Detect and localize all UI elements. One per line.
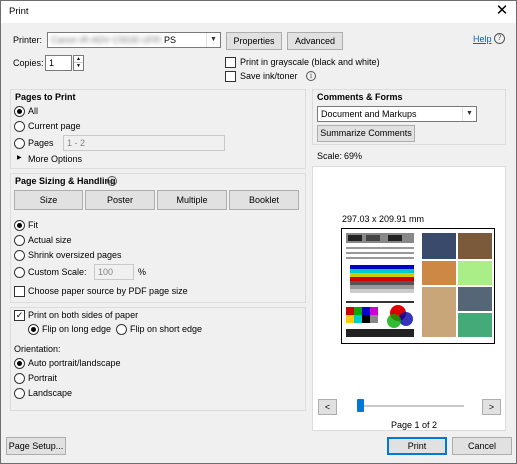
portrait-radio[interactable] (14, 373, 25, 384)
title-bar: Print ✕ (1, 1, 516, 23)
auto-orientation-label: Auto portrait/landscape (28, 358, 121, 368)
properties-button[interactable]: Properties (226, 32, 282, 50)
page-range-input[interactable]: 1 - 2 (63, 135, 225, 151)
advanced-button[interactable]: Advanced (287, 32, 343, 50)
all-pages-radio[interactable] (14, 106, 25, 117)
page-thumbnail (341, 228, 495, 344)
landscape-label: Landscape (28, 388, 73, 398)
sizing-info-icon[interactable]: i (107, 176, 117, 186)
short-edge-radio[interactable] (116, 324, 127, 335)
actual-size-label: Actual size (28, 235, 72, 245)
all-pages-label: All (28, 106, 39, 116)
chevron-down-icon: ▼ (462, 107, 476, 121)
grayscale-checkbox[interactable] (225, 57, 236, 68)
expand-arrow-icon[interactable]: ▶ (17, 154, 22, 161)
stepper-down-icon[interactable]: ▼ (74, 63, 83, 70)
shrink-radio[interactable] (14, 250, 25, 261)
printer-name-suffix: PS (162, 33, 179, 47)
summarize-comments-button[interactable]: Summarize Comments (317, 125, 415, 142)
copies-input[interactable]: 1 (45, 55, 72, 71)
shrink-label: Shrink oversized pages (28, 250, 122, 260)
printer-label: Printer: (13, 35, 43, 45)
orientation-heading: Orientation: (14, 344, 61, 354)
printer-name-blurred: Canon iR-ADV C5535 UFR II (51, 35, 168, 45)
tab-booklet[interactable]: Booklet (229, 190, 299, 210)
paper-source-label: Choose paper source by PDF page size (28, 286, 188, 296)
page-thumbnail-image (342, 229, 494, 343)
page-slider-track[interactable] (357, 405, 464, 407)
actual-size-radio[interactable] (14, 235, 25, 246)
window-title: Print (9, 6, 29, 17)
both-sides-checkbox[interactable]: ✓ (14, 310, 25, 321)
auto-orientation-radio[interactable] (14, 358, 25, 369)
long-edge-radio[interactable] (28, 324, 39, 335)
page-indicator: Page 1 of 2 (391, 420, 438, 430)
custom-scale-label: Custom Scale: (28, 267, 87, 277)
next-page-button[interactable]: > (482, 399, 501, 415)
scale-value: 69% (344, 151, 363, 161)
both-sides-label: Print on both sides of paper (28, 310, 139, 320)
stepper-up-icon[interactable]: ▲ (74, 56, 83, 63)
comments-forms-value: Document and Markups (321, 109, 417, 119)
more-options-toggle[interactable]: More Options (28, 154, 82, 164)
portrait-label: Portrait (28, 373, 58, 383)
pages-to-print-heading: Pages to Print (15, 92, 76, 102)
print-button[interactable]: Print (387, 437, 447, 455)
help-icon[interactable]: ? (494, 33, 505, 44)
fit-label: Fit (28, 220, 38, 230)
tab-poster[interactable]: Poster (85, 190, 155, 210)
previous-page-button[interactable]: < (318, 399, 337, 415)
custom-scale-input[interactable]: 100 (94, 264, 134, 280)
page-range-label: Pages (28, 138, 54, 148)
copies-label: Copies: (13, 58, 44, 68)
page-setup-button[interactable]: Page Setup... (6, 437, 66, 455)
short-edge-label: Flip on short edge (130, 324, 203, 334)
close-icon[interactable]: ✕ (494, 3, 510, 18)
current-page-label: Current page (28, 121, 81, 131)
grayscale-label: Print in grayscale (black and white) (240, 57, 380, 67)
cancel-button[interactable]: Cancel (452, 437, 512, 455)
paper-source-checkbox[interactable] (14, 286, 25, 297)
help-link[interactable]: Help (473, 34, 492, 44)
tab-multiple[interactable]: Multiple (157, 190, 227, 210)
tab-size[interactable]: Size (14, 190, 83, 210)
page-slider-thumb[interactable] (357, 399, 364, 412)
print-dialog: Print ✕ Printer: Canon iR-ADV C5535 UFR … (0, 0, 517, 464)
save-ink-label: Save ink/toner (240, 71, 298, 81)
custom-scale-radio[interactable] (14, 267, 25, 278)
custom-scale-unit: % (138, 267, 147, 277)
page-range-radio[interactable] (14, 138, 25, 149)
comments-forms-select[interactable]: Document and Markups ▼ (317, 106, 477, 122)
page-sizing-heading: Page Sizing & Handling (15, 176, 116, 186)
printer-select[interactable]: Canon iR-ADV C5535 UFR II PS ▼ (47, 32, 221, 48)
long-edge-label: Flip on long edge (42, 324, 112, 334)
landscape-radio[interactable] (14, 388, 25, 399)
chevron-down-icon: ▼ (206, 33, 220, 47)
info-icon[interactable]: i (306, 71, 316, 81)
scale-label: Scale: (317, 151, 343, 161)
page-dimensions: 297.03 x 209.91 mm (342, 214, 425, 224)
comments-forms-heading: Comments & Forms (317, 92, 403, 102)
save-ink-checkbox[interactable] (225, 71, 236, 82)
fit-radio[interactable] (14, 220, 25, 231)
current-page-radio[interactable] (14, 121, 25, 132)
copies-stepper[interactable]: ▲ ▼ (73, 55, 84, 71)
